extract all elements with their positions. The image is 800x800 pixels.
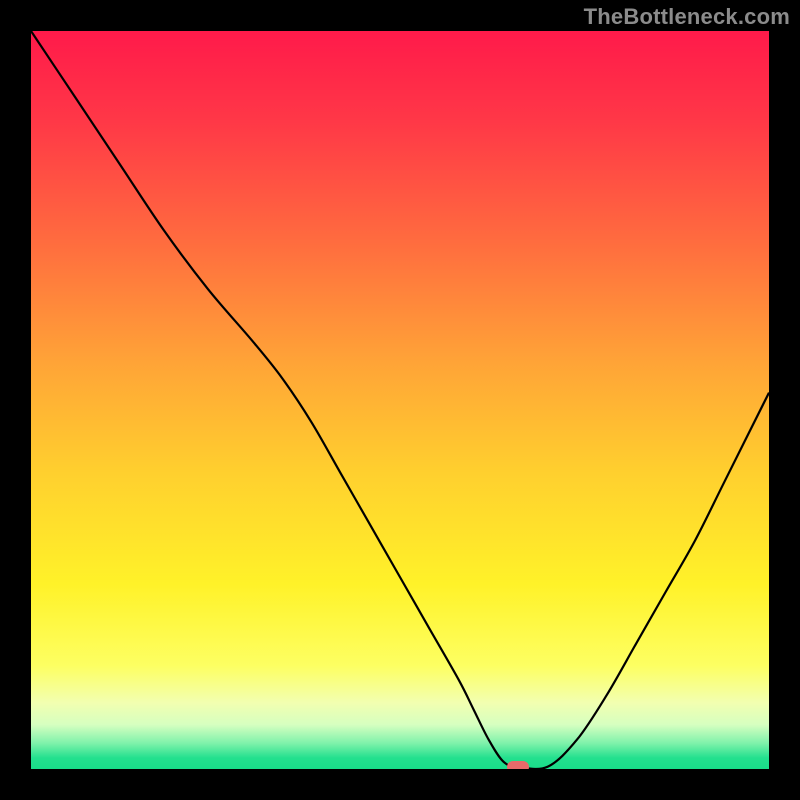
- gradient-background: [31, 31, 769, 769]
- watermark-text: TheBottleneck.com: [584, 4, 790, 30]
- plot-area: [31, 31, 769, 769]
- chart-container: TheBottleneck.com: [0, 0, 800, 800]
- optimum-marker: [507, 761, 529, 769]
